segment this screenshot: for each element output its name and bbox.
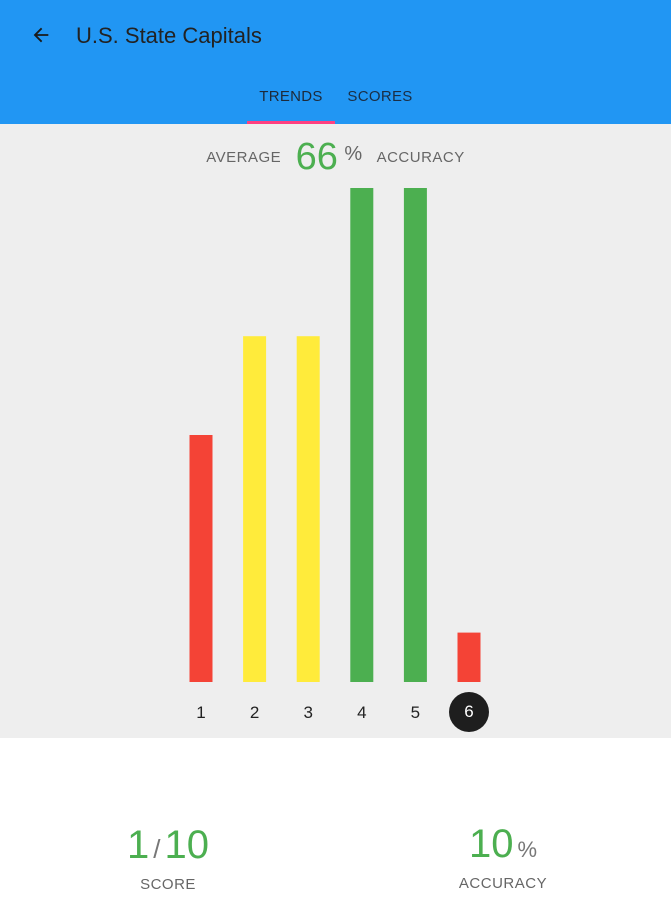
score-label: SCORE [140,876,196,893]
score-value: 1 [127,823,150,867]
score-total: 10 [164,823,209,867]
bar-5[interactable] [403,188,427,682]
bar-6[interactable] [457,632,481,682]
accuracy-label: ACCURACY [458,875,548,892]
score-separator: / [153,834,161,864]
bar-label-1[interactable]: 1 [181,700,221,726]
bar-label-2[interactable]: 2 [235,700,275,726]
trends-bar-chart [189,188,481,682]
bar-3[interactable] [296,336,320,682]
bar-label-3[interactable]: 3 [288,700,328,726]
accuracy-stat: 10% ACCURACY [403,822,603,892]
bar-1[interactable] [189,435,213,682]
bar-label-4[interactable]: 4 [342,700,382,726]
score-stat: 1/10 SCORE [68,822,268,893]
bar-4[interactable] [350,188,374,682]
accuracy-value: 10 [468,822,514,866]
accuracy-unit: % [517,837,538,862]
bar-label-5[interactable]: 5 [395,700,435,726]
bar-2[interactable] [243,336,267,682]
bar-label-6[interactable]: 6 [449,692,489,732]
